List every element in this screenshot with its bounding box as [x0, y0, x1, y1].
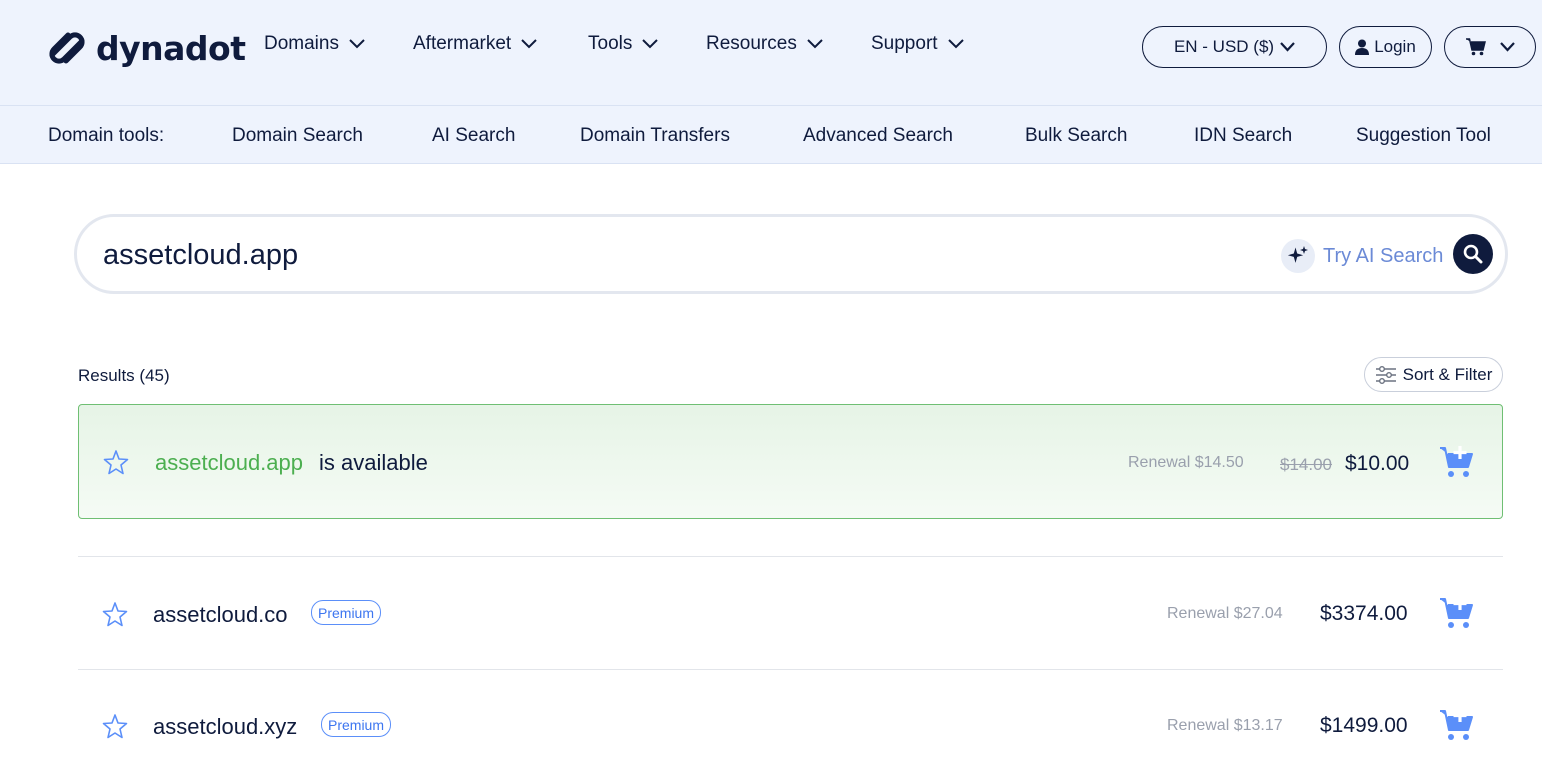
results-count: Results (45) — [78, 366, 170, 385]
subnav-suggestion-tool[interactable]: Suggestion Tool — [1356, 125, 1491, 147]
chevron-down-icon — [1499, 42, 1515, 52]
cart-button[interactable] — [1444, 26, 1536, 68]
star-icon[interactable] — [102, 713, 128, 739]
domain-result-row: assetcloud.xyz Premium Renewal $13.17 $1… — [78, 670, 1503, 782]
nav-resources-label: Resources — [706, 33, 797, 54]
language-currency-label: EN - USD ($) — [1173, 37, 1275, 56]
nav-tools-label: Tools — [588, 33, 633, 54]
result-domain-name[interactable]: assetcloud.co — [153, 602, 288, 628]
login-label: Login — [1374, 37, 1416, 56]
renewal-price: Renewal $13.17 — [1167, 717, 1283, 734]
subnav-ai-search[interactable]: AI Search — [432, 125, 515, 147]
chevron-down-icon — [947, 39, 964, 49]
original-price: $14.00 — [1280, 455, 1332, 474]
subnav-domain-transfers[interactable]: Domain Transfers — [580, 125, 730, 147]
subnav-bulk-search[interactable]: Bulk Search — [1025, 125, 1127, 147]
sale-price: $10.00 — [1345, 452, 1410, 475]
nav-tools[interactable]: Tools — [588, 33, 659, 55]
add-to-cart-icon[interactable] — [1439, 596, 1475, 630]
search-button[interactable] — [1453, 234, 1493, 274]
try-ai-search-button[interactable]: Try AI Search — [1281, 239, 1443, 273]
premium-badge: Premium — [321, 712, 392, 737]
domain-search-input[interactable] — [103, 235, 1203, 275]
nav-aftermarket-label: Aftermarket — [413, 33, 512, 54]
chevron-down-icon — [349, 39, 365, 49]
login-button[interactable]: Login — [1339, 26, 1432, 68]
result-price: $1499.00 — [1320, 714, 1408, 737]
domain-search-box: Try AI Search — [74, 214, 1508, 294]
result-price: $3374.00 — [1320, 602, 1408, 625]
dynadot-logo[interactable]: dynadot — [44, 25, 246, 71]
domain-tools-bar: Domain tools: Domain Search AI Search Do… — [0, 106, 1542, 164]
subnav-advanced-search[interactable]: Advanced Search — [803, 125, 953, 147]
available-domain-row: assetcloud.app is available Renewal $14.… — [78, 404, 1503, 519]
sliders-icon — [1375, 365, 1396, 384]
language-currency-button[interactable]: EN - USD ($) — [1142, 26, 1327, 68]
nav-domains[interactable]: Domains — [264, 33, 365, 55]
domain-result-row: assetcloud.co Premium Renewal $27.04 $33… — [78, 557, 1503, 669]
nav-aftermarket[interactable]: Aftermarket — [413, 33, 537, 55]
chevron-down-icon — [642, 39, 659, 49]
user-icon — [1355, 39, 1370, 55]
available-domain-name[interactable]: assetcloud.app — [155, 450, 303, 476]
chevron-down-icon — [807, 39, 823, 49]
subnav-domain-search[interactable]: Domain Search — [232, 125, 363, 147]
subnav-idn-search[interactable]: IDN Search — [1194, 125, 1292, 147]
sparkle-icon — [1281, 239, 1315, 273]
star-icon[interactable] — [103, 449, 129, 475]
result-domain-name[interactable]: assetcloud.xyz — [153, 714, 297, 740]
premium-badge: Premium — [311, 600, 382, 625]
availability-status: is available — [319, 450, 428, 475]
sort-filter-label: Sort & Filter — [1402, 364, 1493, 384]
cart-icon — [1465, 38, 1486, 56]
try-ai-search-label: Try AI Search — [1323, 244, 1444, 267]
add-to-cart-icon[interactable] — [1439, 708, 1475, 742]
nav-domains-label: Domains — [264, 33, 339, 54]
domain-tools-title: Domain tools: — [48, 125, 165, 146]
chevron-down-icon — [1280, 42, 1295, 52]
search-icon — [1463, 244, 1483, 264]
renewal-price: Renewal $14.50 — [1128, 454, 1244, 471]
star-icon[interactable] — [102, 601, 128, 627]
nav-support[interactable]: Support — [871, 33, 964, 55]
add-to-cart-icon[interactable] — [1439, 445, 1475, 479]
chevron-down-icon — [521, 39, 537, 49]
renewal-price: Renewal $27.04 — [1167, 605, 1283, 622]
nav-support-label: Support — [871, 33, 938, 54]
brand-name: dynadot — [96, 28, 246, 68]
sort-filter-button[interactable]: Sort & Filter — [1364, 357, 1503, 392]
nav-resources[interactable]: Resources — [706, 33, 823, 55]
top-navigation-bar: dynadot Domains Aftermarket Tools Resour… — [0, 0, 1542, 106]
dynadot-logo-icon — [49, 32, 85, 64]
